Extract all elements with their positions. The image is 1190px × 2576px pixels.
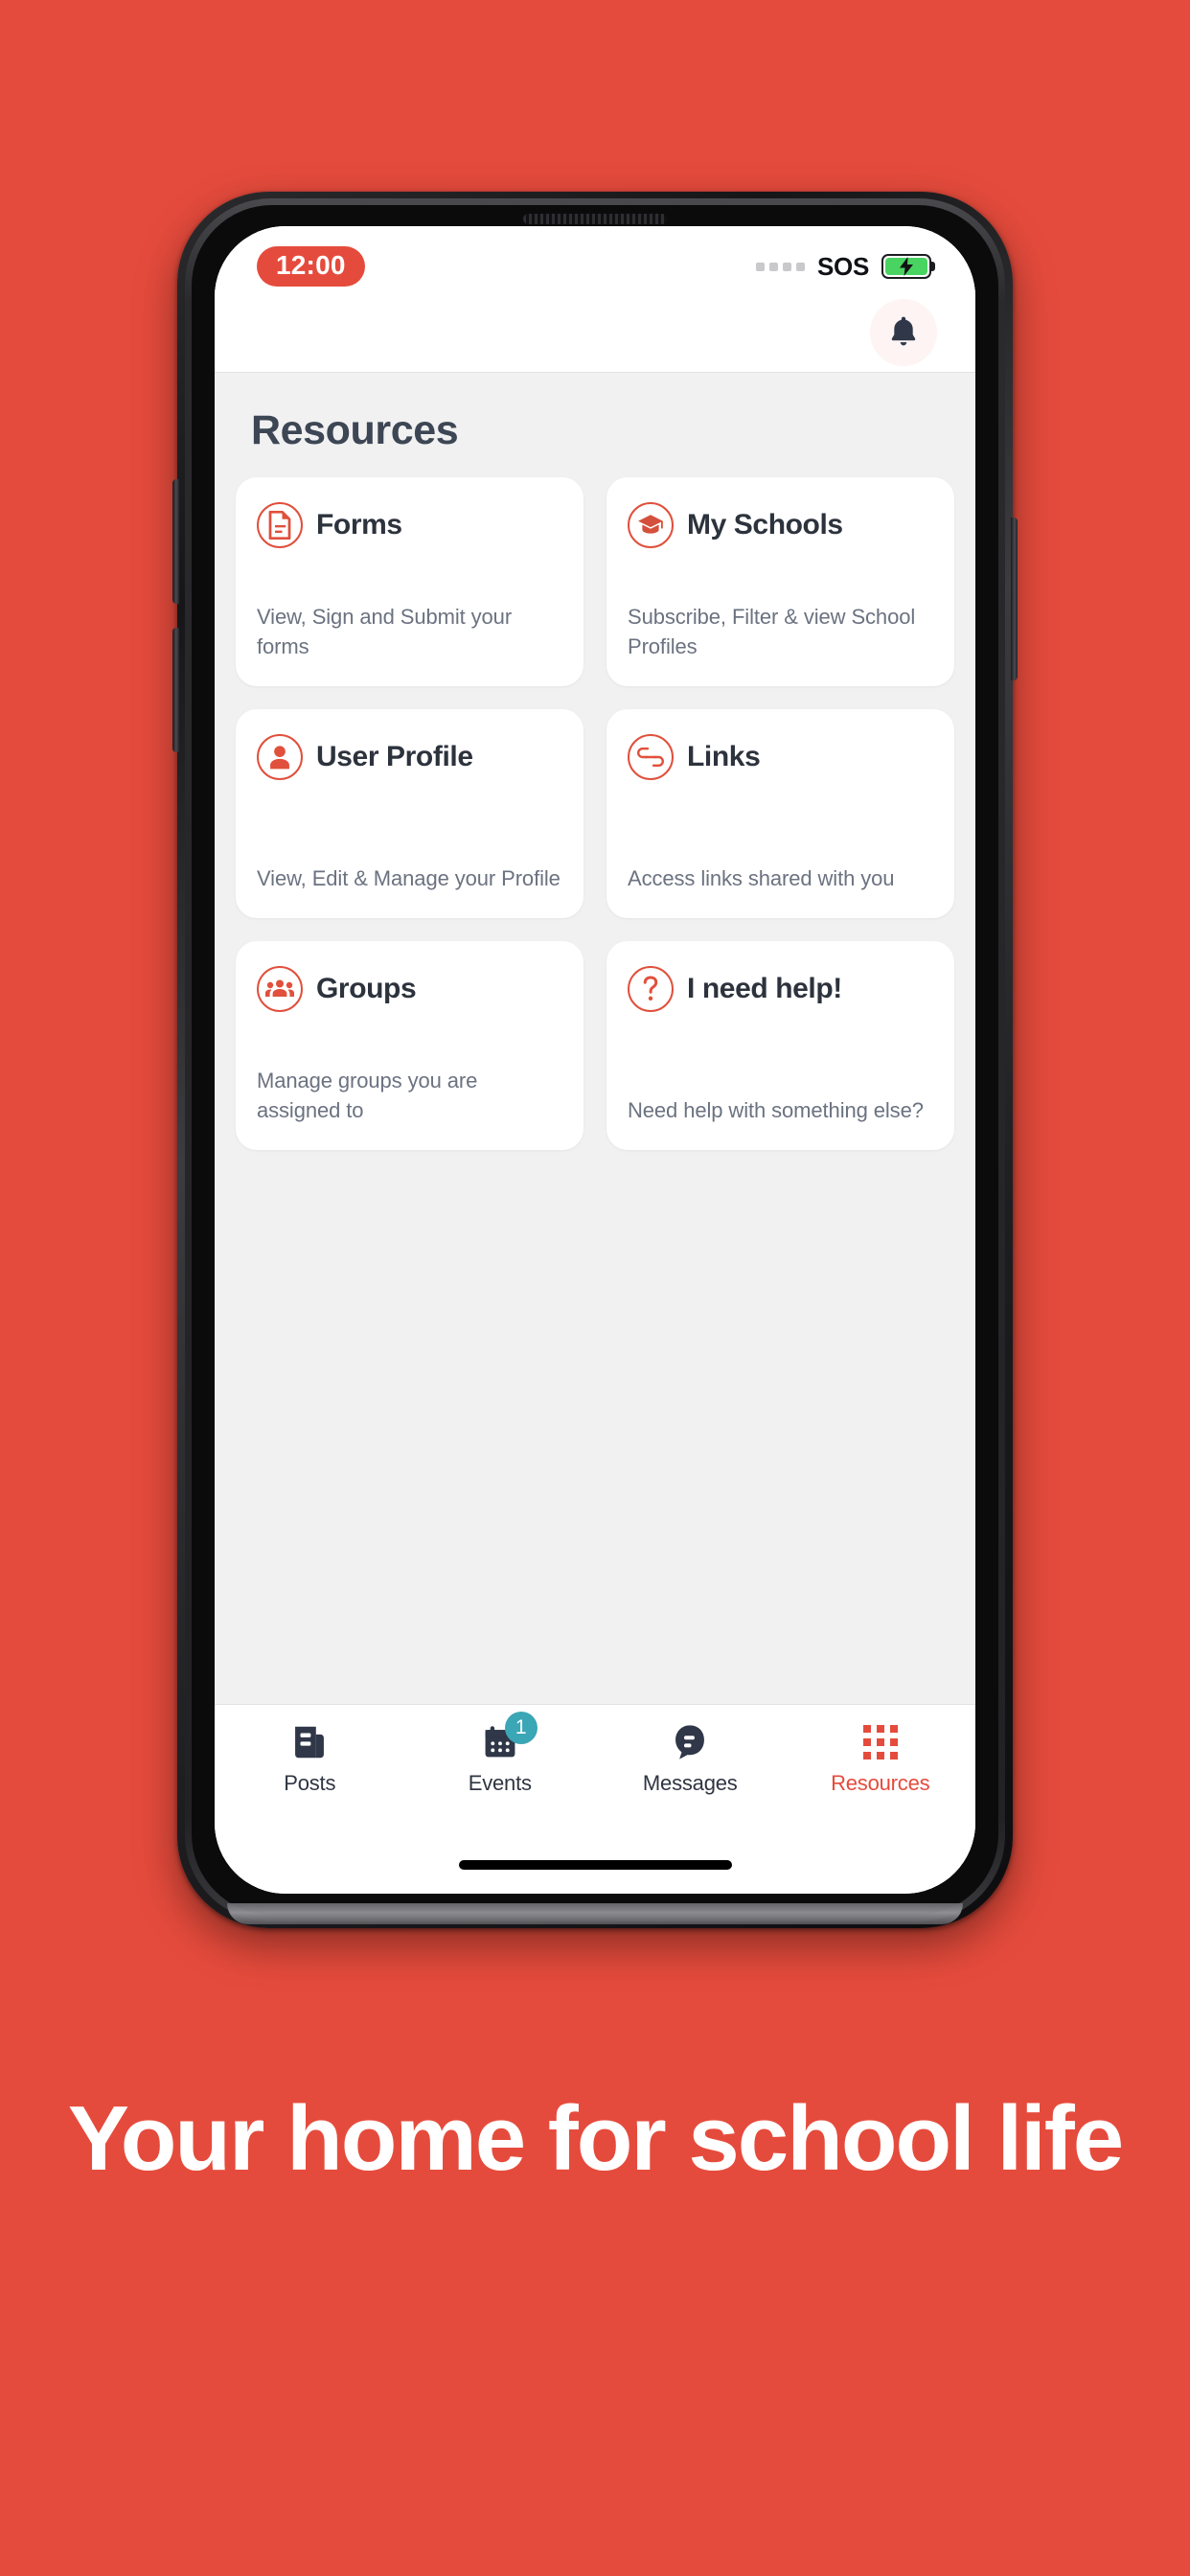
status-time: 12:00: [257, 246, 365, 287]
status-indicators: SOS: [755, 252, 935, 281]
phone-bezel: 12:00 SOS Resources Forms View, Sign and…: [192, 205, 998, 1915]
sos-label: SOS: [816, 252, 869, 281]
card-title: I need help!: [687, 973, 842, 1004]
card-header: My Schools: [628, 502, 933, 548]
card-header: Groups: [257, 966, 562, 1012]
signal-dots-icon: [755, 262, 805, 271]
resources-card-grid: Forms View, Sign and Submit your forms M…: [236, 477, 954, 1150]
home-indicator[interactable]: [458, 1860, 732, 1870]
graduation-cap-icon: [628, 502, 674, 548]
card-description: View, Edit & Manage your Profile: [257, 865, 561, 890]
tab-label: Messages: [642, 1771, 738, 1795]
tab-label: Resources: [831, 1771, 930, 1795]
charging-bolt-icon: [900, 257, 913, 276]
tab-resources[interactable]: Resources: [786, 1722, 976, 1796]
resource-card-my-schools[interactable]: My Schools Subscribe, Filter & view Scho…: [606, 477, 954, 686]
resources-content: Resources Forms View, Sign and Submit yo…: [215, 372, 975, 1704]
link-icon: [628, 734, 674, 780]
card-header: Links: [628, 734, 933, 780]
calendar-icon: 1: [479, 1712, 538, 1762]
card-title: User Profile: [316, 741, 473, 772]
resource-card-i-need-help[interactable]: I need help! Need help with something el…: [606, 941, 954, 1150]
notifications-button[interactable]: [870, 299, 937, 366]
resource-card-forms[interactable]: Forms View, Sign and Submit your forms: [236, 477, 584, 686]
card-description: Manage groups you are assigned to: [257, 1069, 478, 1122]
card-title: Forms: [316, 509, 402, 540]
page-title: Resources: [251, 407, 459, 453]
events-badge: 1: [504, 1712, 538, 1744]
card-title: My Schools: [687, 509, 843, 540]
phone-mockup: 12:00 SOS Resources Forms View, Sign and…: [172, 192, 1018, 1928]
news-icon: [288, 1722, 331, 1762]
bell-icon: [891, 316, 916, 346]
grid-icon: [859, 1722, 902, 1762]
battery-charging-icon: [881, 254, 935, 279]
home-indicator-area: [215, 1836, 975, 1894]
phone-screen: 12:00 SOS Resources Forms View, Sign and…: [215, 226, 975, 1894]
card-header: Forms: [257, 502, 562, 548]
document-icon: [257, 502, 303, 548]
tab-events[interactable]: 1 Events: [405, 1712, 596, 1796]
volume-up-button[interactable]: [172, 479, 179, 604]
earpiece-speaker-icon: [523, 214, 667, 224]
user-icon: [257, 734, 303, 780]
app-header: [215, 297, 975, 372]
chat-icon: [669, 1722, 711, 1762]
volume-down-button[interactable]: [172, 628, 179, 752]
resource-card-links[interactable]: Links Access links shared with you: [606, 709, 954, 918]
promo-headline: Your home for school life: [67, 2087, 1124, 2190]
power-button[interactable]: [1011, 518, 1018, 680]
card-title: Groups: [316, 973, 417, 1004]
question-mark-icon: [628, 966, 674, 1012]
tab-label: Posts: [284, 1771, 336, 1795]
tab-label: Events: [468, 1771, 532, 1795]
phone-bottom-chassis: [227, 1903, 963, 1924]
card-header: User Profile: [257, 734, 562, 780]
resource-card-groups[interactable]: Groups Manage groups you are assigned to: [236, 941, 584, 1150]
card-description: Need help with something else?: [628, 1097, 924, 1122]
people-icon: [257, 966, 303, 1012]
resource-card-user-profile[interactable]: User Profile View, Edit & Manage your Pr…: [236, 709, 584, 918]
card-description: View, Sign and Submit your forms: [257, 605, 513, 658]
tab-messages[interactable]: Messages: [595, 1722, 786, 1796]
card-title: Links: [687, 741, 761, 772]
status-bar: 12:00 SOS: [215, 226, 975, 297]
app-root: 12:00 SOS Resources Forms View, Sign and…: [215, 226, 975, 1894]
card-header: I need help!: [628, 966, 933, 1012]
bottom-tab-bar: Posts 1 Events Messages Resources: [215, 1704, 975, 1836]
card-description: Subscribe, Filter & view School Profiles: [628, 605, 916, 658]
card-description: Access links shared with you: [628, 865, 895, 890]
tab-posts[interactable]: Posts: [215, 1722, 405, 1796]
